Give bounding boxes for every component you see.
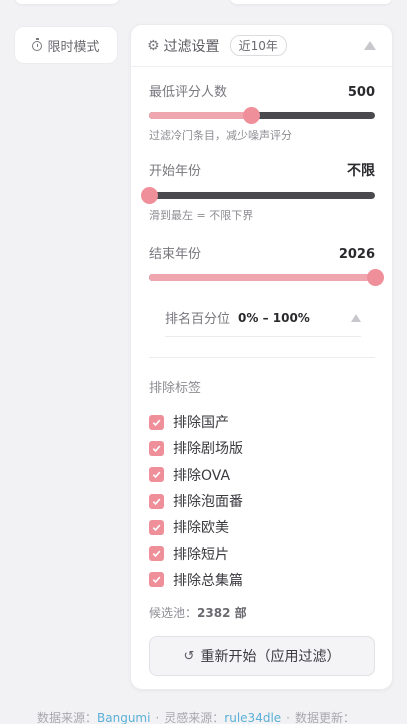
exclude-item-label: 排除国产 [173,415,229,432]
restart-apply-label: 重新开始（应用过滤） [200,649,341,665]
footer-inspire-label: 灵感来源： [164,711,225,724]
filter-panel-title: 过滤设置 [163,38,220,55]
filter-panel-header[interactable]: ⚙ 过滤设置 近10年 [131,25,392,67]
exclude-item-ova[interactable]: 排除OVA [149,462,243,488]
min-ratings-slider-block: 最低评分人数 500 过滤冷门条目，减少噪声评分 [149,81,375,143]
checkbox[interactable] [149,572,164,588]
start-year-slider[interactable] [141,187,375,204]
checkbox[interactable] [149,519,164,535]
timer-icon [32,38,43,51]
timer-mode-button[interactable]: 限时模式 [14,26,118,64]
checkbox[interactable] [149,414,164,430]
candidate-pool-count: 2382 部 [197,606,247,620]
exclude-item-label: 排除总集篇 [173,572,243,589]
min-ratings-slider-thumb[interactable] [242,107,260,124]
exclude-item-label: 排除欧美 [173,520,229,537]
footer-update-label: 数据更新： [294,711,355,724]
end-year-label: 结束年份 [149,247,202,262]
checkbox[interactable] [149,440,164,456]
start-year-label: 开始年份 [149,164,202,179]
expand-up-icon [351,313,361,322]
collapse-up-icon[interactable] [364,41,376,50]
candidate-pool: 候选池：2382 部 [149,604,247,621]
refresh-icon: ↺ [183,648,195,664]
end-year-slider-block: 结束年份 2026 [149,243,384,286]
filter-panel: ⚙ 过滤设置 近10年 最低评分人数 500 过滤冷门条目，减少噪声评分 开始年… [130,24,393,690]
timer-mode-label: 限时模式 [47,39,100,55]
footer-separator: · [286,711,290,724]
start-year-hint: 滑到最左 = 不限下界 [149,209,254,222]
rank-percentile-value: 0% – 100% [238,310,310,325]
end-year-slider[interactable] [149,269,384,286]
top-card-right [230,0,392,4]
exclude-tags-list: 排除国产 排除剧场版 排除OVA 排除泡面番 排除欧美 排除短片 排除总集篇 [149,409,243,593]
rule34dle-link[interactable]: rule34dle [224,711,281,724]
top-card-left [15,0,119,4]
footer-source-label: 数据来源： [37,711,98,724]
end-year-slider-thumb[interactable] [367,269,384,286]
rank-percentile-label: 排名百分位 [165,312,231,327]
min-ratings-hint: 过滤冷门条目，减少噪声评分 [149,129,292,142]
exclude-item-label: 排除OVA [173,467,231,484]
exclude-tags-title: 排除标签 [149,381,202,396]
start-year-slider-block: 开始年份 不限 滑到最左 = 不限下界 [141,160,375,223]
min-ratings-label: 最低评分人数 [149,85,228,100]
end-year-slider-fill [149,274,375,281]
exclude-item-western[interactable]: 排除欧美 [149,514,243,540]
exclude-item-label: 排除短片 [173,546,229,563]
gear-icon: ⚙ [147,37,160,54]
min-ratings-slider[interactable] [149,107,375,124]
exclude-item-movie[interactable]: 排除剧场版 [149,435,243,461]
exclude-item-short-series[interactable]: 排除泡面番 [149,488,243,514]
restart-apply-button[interactable]: ↺ 重新开始（应用过滤） [149,636,375,676]
min-ratings-slider-fill [149,112,251,119]
exclude-item-recap[interactable]: 排除总集篇 [149,567,243,593]
start-year-slider-thumb[interactable] [141,187,158,204]
exclude-item-label: 排除剧场版 [173,441,243,458]
rank-divider [165,336,361,337]
end-year-value: 2026 [338,247,375,262]
footer-separator: · [155,711,160,724]
candidate-pool-label: 候选池： [149,606,198,620]
year-range-badge: 近10年 [229,35,287,56]
min-ratings-value: 500 [347,85,375,100]
checkbox[interactable] [149,467,164,483]
checkbox[interactable] [149,493,164,509]
exclude-item-label: 排除泡面番 [173,494,243,511]
bangumi-link[interactable]: Bangumi [97,711,150,724]
start-year-value: 不限 [347,163,375,179]
checkbox[interactable] [149,546,164,562]
section-divider [149,357,375,358]
exclude-item-domestic[interactable]: 排除国产 [149,409,243,435]
rank-percentile-toggle[interactable]: 排名百分位 0% – 100% [165,308,361,327]
exclude-item-short-film[interactable]: 排除短片 [149,540,243,566]
footer: 数据来源：Bangumi · 灵感来源：rule34dle · 数据更新： [37,709,355,724]
